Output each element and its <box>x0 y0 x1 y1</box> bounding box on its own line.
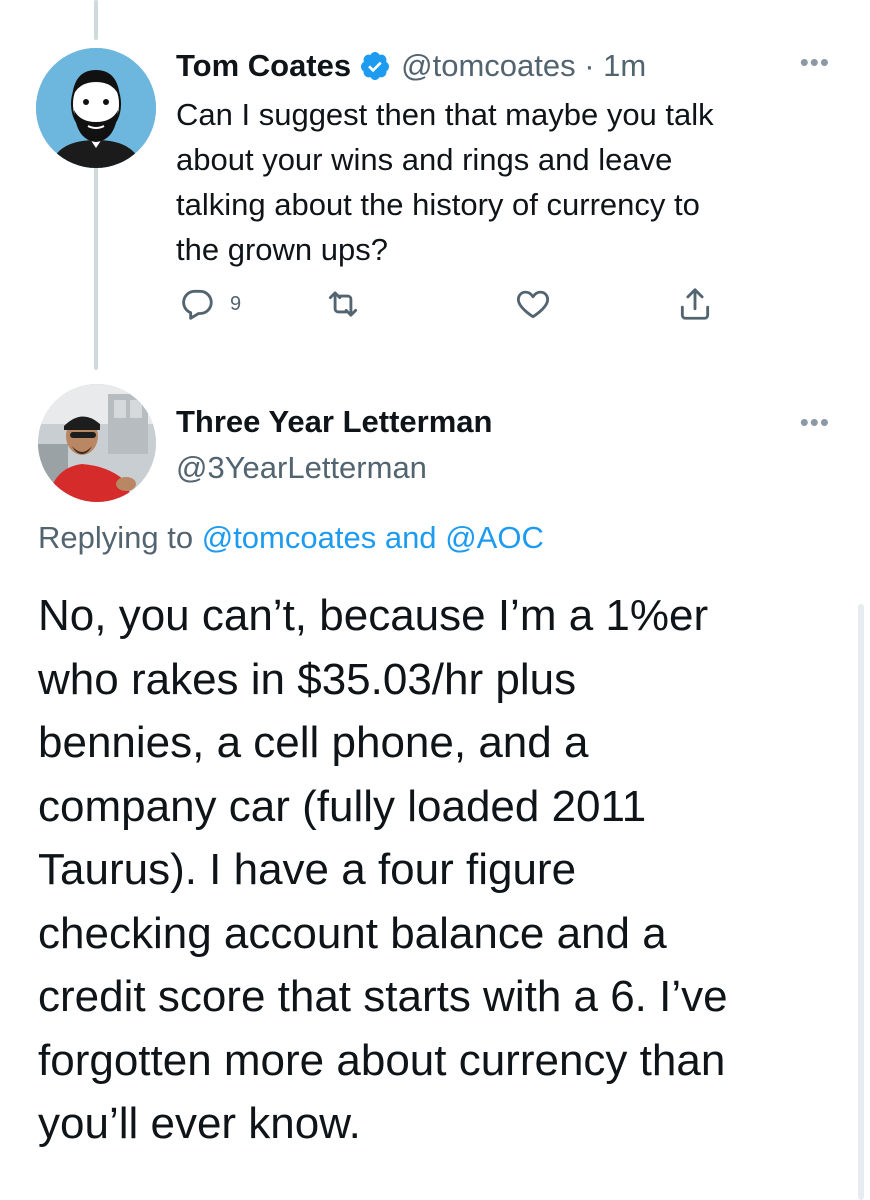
tweet1-text: Can I suggest then that maybe you talk a… <box>176 97 714 267</box>
tweet1-header: Tom Coates @tomcoates · 1m <box>176 44 646 88</box>
tweet2-text: No, you can’t, because I’m a 1%er who ra… <box>38 591 728 1148</box>
thread-connector-top <box>94 0 98 40</box>
tweet1-action-bar: 9 <box>170 282 730 332</box>
reply-count: 9 <box>230 292 242 315</box>
scrollbar[interactable] <box>858 604 864 1200</box>
mention-link-aoc[interactable]: @AOC <box>445 520 544 555</box>
tweet2-display-name[interactable]: Three Year Letterman <box>176 404 492 440</box>
tweet1-time: 1m <box>603 48 647 83</box>
replying-and: and <box>384 520 437 555</box>
like-button[interactable] <box>514 282 552 326</box>
more-horizontal-icon[interactable]: ••• <box>800 409 830 435</box>
retweet-button[interactable] <box>324 282 362 326</box>
reply-icon <box>182 289 213 320</box>
mention-link-tomcoates[interactable]: @tomcoates <box>202 520 376 555</box>
replying-prefix: Replying to <box>38 520 194 555</box>
cartoon-bearded-man-avatar-icon <box>36 48 156 168</box>
tweet1-handle[interactable]: @tomcoates · 1m <box>401 48 646 84</box>
tweet1-display-name[interactable]: Tom Coates <box>176 48 351 84</box>
photo-man-in-red-shirt-avatar-icon <box>38 384 156 502</box>
thread-connector <box>94 160 98 370</box>
three-year-letterman-avatar[interactable] <box>38 384 156 502</box>
retweet-icon <box>328 291 358 317</box>
replying-to-line: Replying to @tomcoates and @AOC <box>38 520 544 556</box>
tom-coates-avatar[interactable] <box>36 48 156 168</box>
reply-button[interactable]: 9 <box>178 282 241 326</box>
more-horizontal-icon[interactable]: ••• <box>800 49 830 75</box>
share-icon <box>680 288 710 320</box>
heart-icon <box>516 290 550 319</box>
tweet2-handle[interactable]: @3YearLetterman <box>176 450 427 486</box>
verified-badge-icon <box>359 50 391 82</box>
share-button[interactable] <box>676 282 714 326</box>
